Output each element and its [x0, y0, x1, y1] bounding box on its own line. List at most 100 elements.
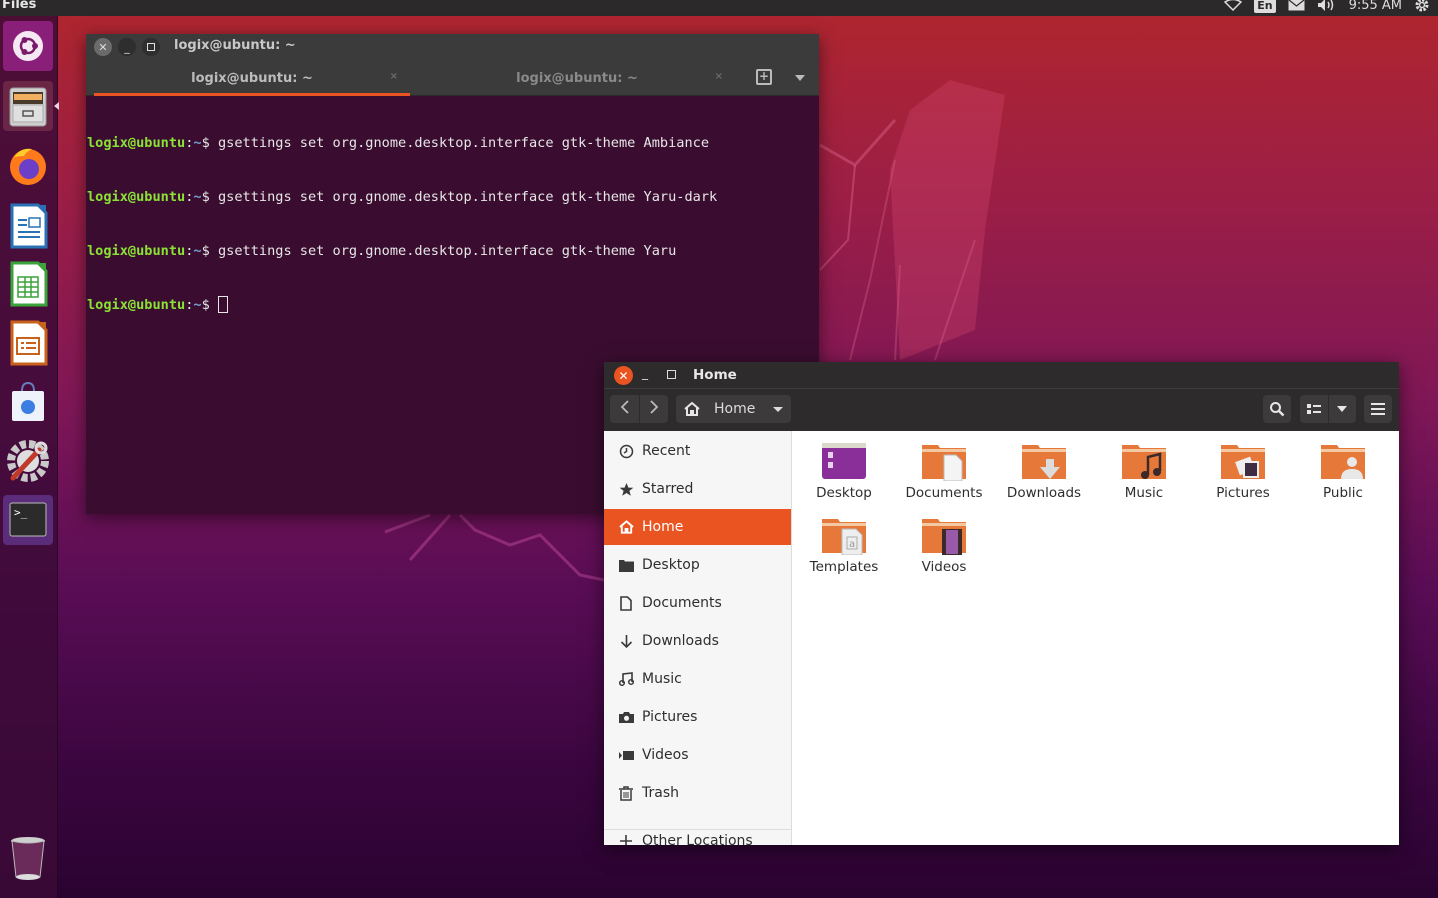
tab-menu-dropdown[interactable] [795, 75, 805, 81]
sidebar-item-music[interactable]: Music [604, 661, 791, 697]
terminal-tab-1[interactable]: logix@ubuntu: ~ × [94, 60, 410, 96]
sidebar-item-videos[interactable]: Videos [604, 737, 791, 773]
trash-icon [11, 837, 45, 880]
search-button[interactable] [1263, 395, 1291, 423]
file-item-desktop[interactable]: Desktop [796, 441, 892, 511]
sidebar-item-starred[interactable]: Starred [604, 471, 791, 507]
path-bar-home-button[interactable]: Home [676, 395, 791, 423]
chevron-down-icon [773, 406, 784, 412]
launcher-system-tools[interactable] [3, 436, 53, 486]
pictures-folder-icon [1221, 445, 1265, 479]
path-label: Home [714, 401, 756, 417]
file-cabinet-icon [9, 87, 47, 127]
file-item-music[interactable]: Music [1096, 441, 1192, 511]
hamburger-menu-icon [1371, 403, 1385, 415]
terminal-minimize-button[interactable]: _ [118, 38, 136, 56]
wallpaper-line [384, 513, 431, 534]
file-item-documents[interactable]: Documents [896, 441, 992, 511]
terminal-line: logix@ubuntu:~$ gsettings set org.gnome.… [87, 243, 677, 259]
volume-icon[interactable] [1317, 0, 1337, 12]
mail-icon[interactable] [1288, 0, 1305, 11]
trash-icon [618, 785, 634, 801]
launcher-impress[interactable] [3, 318, 53, 368]
tab-close-icon[interactable]: × [390, 71, 398, 82]
file-view[interactable]: Desktop Documents Downloads Music Pictur… [792, 431, 1399, 845]
desktop-folder-icon [822, 443, 866, 479]
command-text: gsettings set org.gnome.desktop.interfac… [217, 243, 677, 259]
command-text: gsettings set org.gnome.desktop.interfac… [217, 135, 710, 151]
videos-folder-icon [922, 519, 966, 555]
sidebar-item-downloads[interactable]: Downloads [604, 623, 791, 659]
gear-icon[interactable] [1414, 0, 1430, 13]
network-icon[interactable] [1224, 0, 1243, 11]
terminal-close-button[interactable]: ✕ [94, 38, 112, 56]
files-titlebar[interactable]: ✕ _ Home [604, 362, 1399, 389]
tab-label: logix@ubuntu: ~ [516, 70, 638, 86]
terminal-titlebar[interactable]: ✕ _ logix@ubuntu: ~ [86, 34, 819, 60]
home-icon [684, 402, 700, 416]
sidebar-item-home[interactable]: Home [604, 509, 791, 545]
keyboard-layout-indicator[interactable]: En [1254, 0, 1276, 13]
plus-icon [618, 833, 634, 845]
downloads-folder-icon [1022, 445, 1066, 479]
music-folder-icon [1122, 445, 1166, 479]
launcher-files[interactable] [3, 81, 53, 131]
file-item-pictures[interactable]: Pictures [1195, 441, 1291, 511]
terminal-cursor [217, 296, 228, 313]
new-tab-icon: + [758, 69, 770, 83]
minimize-icon: _ [124, 40, 130, 54]
sidebar-item-other-locations[interactable]: Other Locations [604, 823, 791, 845]
view-options-button[interactable] [1329, 406, 1357, 412]
active-indicator-arrow [54, 102, 59, 110]
launcher-writer[interactable] [3, 201, 53, 251]
back-button[interactable] [611, 400, 639, 418]
sidebar-item-desktop[interactable]: Desktop [604, 547, 791, 583]
tab-label: logix@ubuntu: ~ [191, 70, 313, 86]
search-icon [1270, 402, 1285, 417]
maximize-icon [147, 43, 155, 51]
file-item-downloads[interactable]: Downloads [996, 441, 1092, 511]
chevron-down-icon [1337, 406, 1348, 412]
sidebar-item-pictures[interactable]: Pictures [604, 699, 791, 735]
wallpaper-shape [890, 80, 1005, 360]
files-body: Recent Starred Home Desktop Documents Do… [604, 431, 1399, 845]
chevron-left-icon [620, 400, 629, 414]
files-minimize-button[interactable]: _ [642, 366, 648, 380]
settings-wrench-icon [7, 440, 49, 482]
active-app-name[interactable]: Files [2, 0, 36, 12]
wallpaper-line [849, 159, 896, 361]
terminal-line: logix@ubuntu:~$ gsettings set org.gnome.… [87, 135, 710, 151]
list-view-button[interactable] [1300, 403, 1328, 415]
file-item-templates[interactable]: a Templates [796, 515, 892, 585]
files-title: Home [693, 367, 737, 383]
file-item-public[interactable]: Public [1295, 441, 1391, 511]
launcher-dash[interactable] [3, 21, 53, 71]
launcher-firefox[interactable] [3, 141, 53, 191]
sidebar-item-documents[interactable]: Documents [604, 585, 791, 621]
forward-button[interactable] [640, 400, 668, 418]
impress-icon [10, 320, 48, 366]
hamburger-menu-button[interactable] [1364, 395, 1392, 423]
terminal-output[interactable]: logix@ubuntu:~$ gsettings set org.gnome.… [86, 96, 819, 350]
calc-icon [10, 261, 48, 307]
public-folder-icon [1321, 445, 1365, 479]
launcher-software[interactable] [3, 376, 53, 426]
system-tray: En 9:55 AM [1224, 0, 1430, 13]
sidebar-item-recent[interactable]: Recent [604, 433, 791, 469]
files-maximize-button[interactable] [667, 370, 676, 379]
terminal-tab-bar: logix@ubuntu: ~ × logix@ubuntu: ~ × + [86, 60, 819, 96]
tab-close-icon[interactable]: × [715, 71, 723, 82]
files-close-button[interactable]: ✕ [614, 366, 633, 385]
launcher-terminal[interactable]: >_ [3, 495, 53, 545]
launcher-trash[interactable] [3, 834, 53, 884]
firefox-icon [10, 148, 46, 185]
terminal-tab-2[interactable]: logix@ubuntu: ~ × [419, 60, 735, 96]
file-item-videos[interactable]: Videos [896, 515, 992, 585]
sidebar-item-trash[interactable]: Trash [604, 775, 791, 811]
new-tab-button[interactable]: + [756, 69, 772, 85]
launcher-calc[interactable] [3, 259, 53, 309]
clock[interactable]: 9:55 AM [1349, 0, 1402, 13]
list-view-icon [1306, 404, 1321, 414]
terminal-maximize-button[interactable] [142, 38, 160, 56]
templates-folder-icon: a [822, 519, 866, 555]
